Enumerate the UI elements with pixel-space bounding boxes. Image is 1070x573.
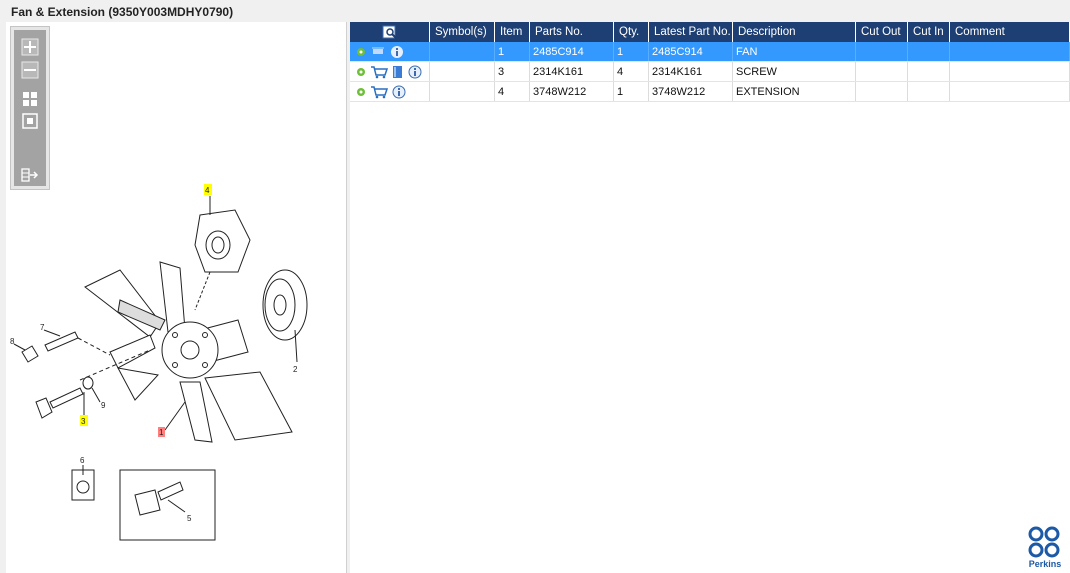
row-cut-in [907,42,950,62]
parts-table: Symbol(s) Item Parts No. Qty. Latest Par… [350,22,1070,102]
row-qty: 4 [613,61,649,82]
col-cut-in[interactable]: Cut In [907,22,950,42]
col-item[interactable]: Item [494,22,530,42]
window-title: Fan & Extension (9350Y003MDHY0790) [11,5,234,19]
washer-part[interactable] [82,376,94,390]
row-description: SCREW [732,61,856,82]
row-qty: 1 [613,81,649,102]
callout-6: 6 [80,456,85,465]
col-qty[interactable]: Qty. [613,22,649,42]
row-part-no: 2314K161 [529,61,614,82]
col-latest-part-no[interactable]: Latest Part No. [648,22,733,42]
table-row[interactable]: 3 2314K161 4 2314K161 SCREW [350,61,1070,82]
table-header: Symbol(s) Item Parts No. Qty. Latest Par… [350,22,1070,42]
row-actions [350,61,430,82]
col-description[interactable]: Description [732,22,856,42]
bolt-detail[interactable] [119,469,216,541]
callout-1: 1 [159,428,164,437]
row-qty: 1 [613,42,649,62]
callout-9: 9 [101,401,106,410]
extension-part[interactable] [194,196,251,311]
col-symbols[interactable]: Symbol(s) [429,22,495,42]
row-cut-out [855,42,908,62]
row-cut-out [855,61,908,82]
table-row[interactable]: 1 2485C914 1 2485C914 FAN [350,42,1070,62]
info-icon[interactable] [408,65,422,78]
col-comment[interactable]: Comment [949,22,1070,42]
callout-8: 8 [10,337,15,346]
find-icon[interactable] [382,24,398,40]
parts-list-pane: Symbol(s) Item Parts No. Qty. Latest Par… [350,22,1070,573]
row-description: FAN [732,42,856,62]
row-description: EXTENSION [732,81,856,102]
row-comment [949,42,1070,62]
book-icon[interactable] [393,65,402,78]
row-latest: 2314K161 [648,61,733,82]
gear-icon[interactable] [357,47,365,56]
search-column-header[interactable] [350,22,430,42]
row-latest: 2485C914 [648,42,733,62]
perkins-logo: Perkins [1024,525,1066,569]
table-row[interactable]: 4 3748W212 1 3748W212 EXTENSION [350,81,1070,102]
row-item: 1 [494,42,530,62]
col-parts-no[interactable]: Parts No. [529,22,614,42]
row-comment [949,61,1070,82]
info-icon[interactable] [392,85,406,98]
row-item: 3 [494,61,530,82]
row-cut-in [907,61,950,82]
row-part-no: 2485C914 [529,42,614,62]
callout-2: 2 [293,365,298,374]
info-icon[interactable] [391,45,403,58]
gear-icon[interactable] [357,67,365,76]
callout-7: 7 [40,323,45,332]
callout-3: 3 [81,417,86,426]
diagram-pane: 4 2 7 8 9 3 1 6 5 [6,22,347,573]
brand-name: Perkins [1028,559,1062,569]
callout-5: 5 [187,514,192,523]
cart-icon[interactable] [371,65,389,78]
row-symbols [429,81,495,102]
row-symbols [429,61,495,82]
row-symbols [429,42,495,62]
gear-icon[interactable] [357,87,365,96]
screw-7-part[interactable] [13,329,111,363]
fan-part[interactable] [84,261,293,443]
callout-4: 4 [205,186,210,195]
perkins-logo-mark [1028,526,1060,558]
row-item: 4 [494,81,530,102]
row-part-no: 3748W212 [529,81,614,102]
row-actions [350,42,430,62]
pulley-part[interactable] [262,269,308,363]
row-cut-in [907,81,950,102]
row-latest: 3748W212 [648,81,733,102]
row-cut-out [855,81,908,102]
cart-icon[interactable] [372,47,384,54]
title-bar: Fan & Extension (9350Y003MDHY0790) [0,0,1070,22]
row-actions [350,81,430,102]
col-cut-out[interactable]: Cut Out [855,22,908,42]
exploded-diagram: 4 2 7 8 9 3 1 6 5 [10,184,308,541]
cart-icon[interactable] [371,85,389,98]
row-comment [949,81,1070,102]
